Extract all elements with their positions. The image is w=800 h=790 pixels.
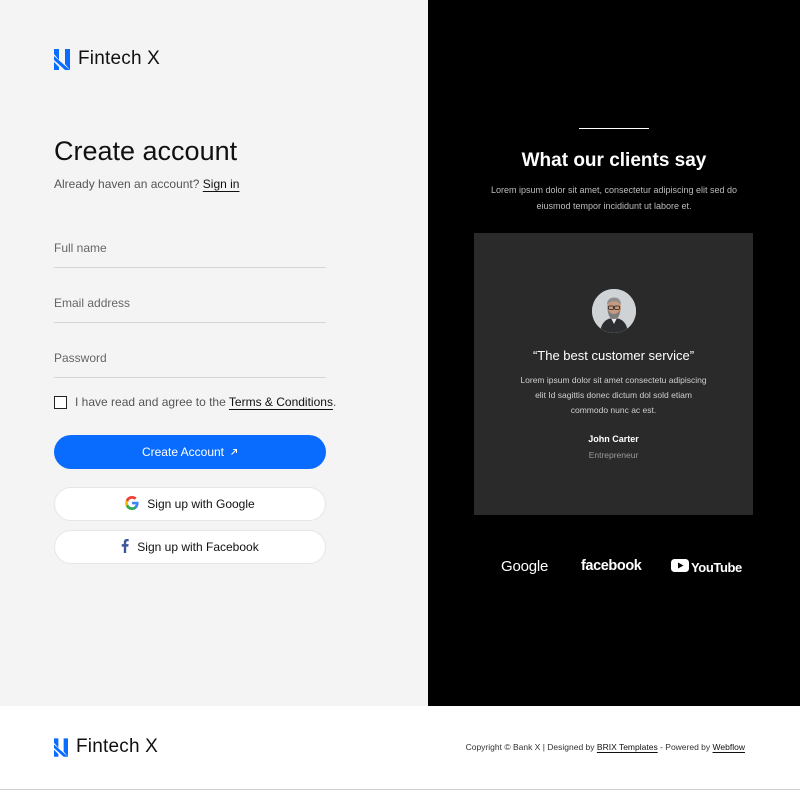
testimonial-body: Lorem ipsum dolor sit amet consectetu ad… [520, 375, 707, 415]
testimonial-quote: “The best customer service” [532, 348, 695, 363]
signup-panel: Fintech X Create account Already haven a… [0, 0, 428, 706]
password-field [54, 338, 326, 378]
designer-link[interactable]: BRIX Templates [597, 742, 658, 752]
main-section: Fintech X Create account Already haven a… [0, 0, 800, 706]
terms-link[interactable]: Terms & Conditions [229, 395, 333, 409]
client-logos: Google facebook YouTube [428, 556, 800, 582]
facebook-signup-button[interactable]: Sign up with Facebook [54, 530, 326, 564]
webflow-link[interactable]: Webflow [713, 742, 745, 752]
create-account-label: Create Account [141, 445, 225, 459]
full-name-input[interactable] [54, 228, 326, 267]
terms-suffix: . [332, 395, 337, 409]
signin-prompt: Already haven an account? Sign in [54, 177, 239, 191]
email-input[interactable] [54, 283, 326, 322]
brand-name: Fintech X [78, 48, 161, 69]
create-account-button[interactable]: Create Account [54, 435, 326, 469]
testimonials-title: What our clients say [521, 150, 707, 171]
terms-label: I have read and agree to the Terms & Con… [75, 395, 336, 409]
terms-text: I have read and agree to the [75, 395, 226, 409]
password-input[interactable] [54, 338, 326, 377]
section-divider [579, 128, 649, 129]
powered-prefix: - Powered by [660, 742, 711, 752]
full-name-field [54, 228, 326, 268]
fintech-logo-icon [54, 48, 70, 70]
google-logo: Google [501, 558, 549, 575]
footer: Fintech X Copyright © Bank X | Designed … [0, 706, 800, 790]
email-field [54, 283, 326, 323]
testimonial-card: “The best customer service” Lorem ipsum … [474, 233, 753, 515]
google-signup-label: Sign up with Google [147, 497, 255, 511]
youtube-wordmark: YouTube [691, 559, 742, 575]
google-signup-button[interactable]: Sign up with Google [54, 487, 326, 521]
copyright-prefix: Copyright © Bank X | Designed by [465, 742, 595, 752]
testimonials-subtitle: Lorem ipsum dolor sit amet, consectetur … [490, 185, 738, 211]
signin-link[interactable]: Sign in [203, 177, 240, 191]
arrow-up-right-icon [230, 445, 238, 459]
google-g-icon [125, 495, 139, 513]
terms-row: I have read and agree to the Terms & Con… [54, 395, 336, 409]
page-title: Create account [54, 136, 238, 166]
testimonial-author: John Carter [588, 434, 639, 444]
youtube-play-icon [671, 559, 689, 575]
facebook-logo: facebook [581, 558, 642, 574]
youtube-logo: YouTube [671, 559, 742, 575]
terms-checkbox[interactable] [54, 395, 67, 409]
footer-brand-name: Fintech X [76, 736, 159, 757]
avatar [592, 289, 636, 333]
fintech-logo-icon [54, 737, 68, 757]
testimonial-role: Entrepreneur [588, 450, 639, 460]
testimonials-panel: What our clients say Lorem ipsum dolor s… [428, 0, 800, 706]
header-brand[interactable]: Fintech X [54, 48, 160, 70]
facebook-signup-label: Sign up with Facebook [137, 540, 259, 554]
copyright-text: Copyright © Bank X | Designed by BRIX Te… [466, 742, 745, 752]
signin-prompt-text: Already haven an account? [54, 177, 200, 191]
footer-brand[interactable]: Fintech X [54, 736, 158, 758]
facebook-f-icon [121, 538, 129, 556]
